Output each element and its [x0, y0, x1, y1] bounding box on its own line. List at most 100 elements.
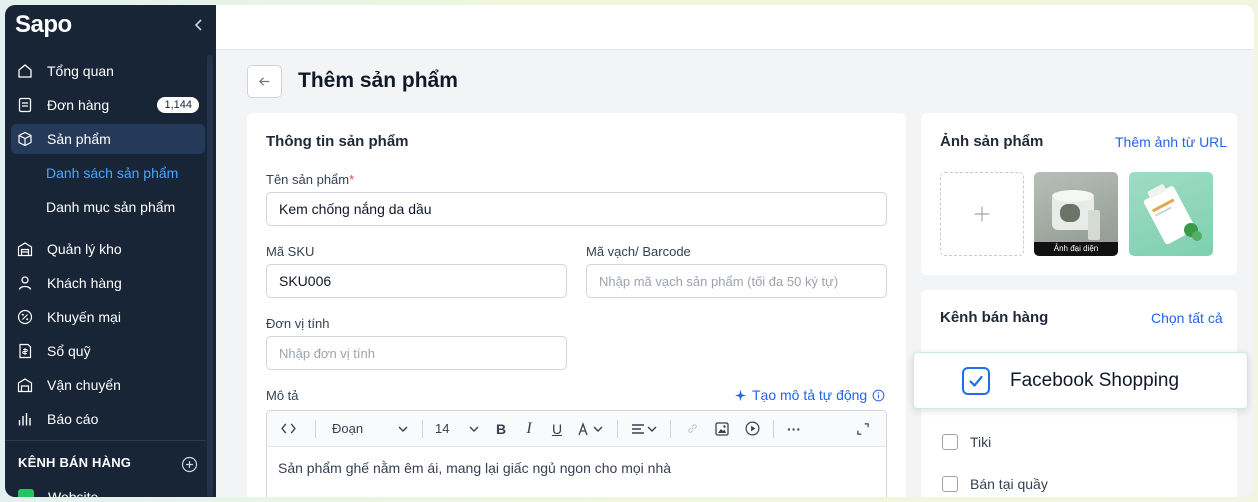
sidebar-item-label: Sản phẩm [47, 131, 111, 147]
toolbar-divider [670, 419, 671, 438]
chevron-down-icon [469, 426, 479, 432]
auto-description-label: Tạo mô tả tự động [752, 387, 868, 403]
avatar-caption: Ảnh đại diện [1034, 242, 1118, 256]
product-name-input[interactable]: Kem chống nắng da dầu [266, 192, 887, 226]
image-upload-box[interactable] [940, 172, 1024, 256]
image-icon[interactable] [707, 411, 737, 447]
sidebar-item-products[interactable]: Sản phẩm [11, 124, 205, 154]
arrow-left-icon [259, 77, 270, 86]
add-channel-icon[interactable] [181, 456, 198, 473]
back-button[interactable] [247, 65, 282, 98]
logo: Sapo [15, 11, 72, 38]
sku-label: Mã SKU [266, 244, 315, 259]
add-image-url-link[interactable]: Thêm ảnh từ URL [1115, 134, 1227, 150]
sidebar-item-promotions[interactable]: Khuyến mại [11, 302, 205, 332]
sidebar-item-cashbook[interactable]: Sổ quỹ [11, 336, 205, 366]
order-count-badge: 1,144 [157, 97, 199, 113]
app-window: Sapo Tổng quan Đơn hàng 1,144 Sản phẩm D… [5, 5, 1254, 497]
product-image-thumb-2[interactable] [1129, 172, 1213, 256]
info-icon [872, 389, 885, 401]
channel-label: Tiki [970, 434, 992, 450]
checkbox[interactable] [942, 476, 958, 492]
website-icon [18, 489, 34, 497]
check-icon [969, 375, 983, 387]
sidebar-scrollbar[interactable] [207, 55, 213, 497]
toolbar-divider [617, 419, 618, 438]
channel-pos[interactable]: Bán tại quầy [942, 476, 1048, 492]
text-color-icon[interactable] [571, 411, 611, 447]
chevron-down-icon [398, 426, 408, 432]
link-icon[interactable] [677, 411, 707, 447]
auto-description-link[interactable]: Tạo mô tả tự động [734, 387, 885, 403]
sidebar-item-orders[interactable]: Đơn hàng 1,144 [11, 90, 205, 120]
unit-input[interactable]: Nhập đơn vị tính [266, 336, 567, 370]
product-image-title: Ảnh sản phẩm [940, 133, 1044, 150]
sidebar-item-website[interactable]: Website [18, 489, 98, 497]
required-marker: * [349, 172, 355, 187]
sku-input[interactable]: SKU006 [266, 264, 567, 298]
sidebar: Sapo Tổng quan Đơn hàng 1,144 Sản phẩm D… [5, 5, 216, 497]
underline-icon[interactable]: U [543, 411, 571, 447]
code-view-icon[interactable] [267, 411, 309, 447]
sidebar-item-label: Đơn hàng [47, 97, 110, 113]
checkbox[interactable] [942, 434, 958, 450]
sidebar-subitem-product-list[interactable]: Danh sách sản phẩm [46, 161, 178, 185]
barcode-input[interactable]: Nhập mã vạch sản phẩm (tối đa 50 ký tự) [586, 264, 887, 298]
editor-toolbar: Đoạn 14 B I U ··· [267, 411, 886, 447]
channel-label: Bán tại quầy [970, 476, 1048, 492]
sidebar-subitem-product-category[interactable]: Danh mục sản phẩm [46, 195, 175, 219]
sidebar-item-label: Vận chuyển [47, 377, 121, 393]
description-text[interactable]: Sản phẩm ghế nằm êm ái, mang lại giấc ng… [278, 460, 671, 476]
sidebar-item-warehouse[interactable]: Quản lý kho [11, 234, 205, 264]
more-icon[interactable]: ··· [780, 411, 808, 447]
sunscreen-tube-image [1143, 184, 1202, 245]
sidebar-item-reports[interactable]: Báo cáo [11, 404, 205, 434]
select-all-link[interactable]: Chọn tất cả [1151, 310, 1223, 326]
cashbook-icon [17, 343, 33, 359]
sidebar-item-label: Sổ quỹ [47, 343, 91, 359]
video-icon[interactable] [737, 411, 767, 447]
box-icon [17, 131, 33, 147]
checkbox-checked[interactable] [962, 366, 990, 395]
sales-channel-heading: KÊNH BÁN HÀNG [18, 455, 132, 470]
product-name-label-text: Tên sản phẩm [266, 172, 350, 187]
italic-icon[interactable]: I [515, 411, 543, 447]
sales-channel-title: Kênh bán hàng [940, 309, 1049, 326]
toolbar-divider [773, 419, 774, 438]
discount-icon [17, 309, 33, 325]
channel-facebook-shopping[interactable]: Facebook Shopping [913, 352, 1248, 409]
user-icon [17, 275, 33, 291]
sidebar-item-shipping[interactable]: Vận chuyển [11, 370, 205, 400]
product-name-label: Tên sản phẩm* [266, 172, 354, 187]
report-icon [17, 411, 33, 427]
paragraph-select[interactable]: Đoạn [322, 411, 416, 447]
toolbar-divider [315, 419, 316, 438]
sidebar-item-label: Quản lý kho [47, 241, 122, 257]
truck-icon [17, 377, 33, 393]
sidebar-item-label: Báo cáo [47, 411, 99, 427]
channel-label: Facebook Shopping [1010, 369, 1180, 391]
page-title: Thêm sản phẩm [298, 69, 458, 92]
align-icon[interactable] [624, 411, 664, 447]
font-size-value: 14 [435, 421, 450, 436]
description-label: Mô tả [266, 388, 299, 403]
unit-label: Đơn vị tính [266, 316, 330, 331]
sparkle-icon [734, 389, 747, 401]
bold-icon[interactable]: B [487, 411, 515, 447]
sidebar-item-customers[interactable]: Khách hàng [11, 268, 205, 298]
toolbar-divider [422, 419, 423, 438]
sidebar-item-overview[interactable]: Tổng quan [11, 56, 205, 86]
plus-icon [974, 206, 990, 222]
chevron-left-icon[interactable] [193, 18, 205, 32]
paragraph-select-value: Đoạn [332, 421, 364, 436]
sidebar-item-label: Website [48, 489, 99, 497]
product-image-thumb-1[interactable]: Ảnh đại diện [1034, 172, 1118, 256]
barcode-label: Mã vạch/ Barcode [586, 244, 691, 259]
warehouse-icon [17, 241, 33, 257]
font-size-select[interactable]: 14 [429, 411, 487, 447]
description-editor[interactable]: Đoạn 14 B I U ··· Sản phẩm ghế nằm êm ái… [266, 410, 887, 497]
sidebar-divider [5, 440, 206, 441]
channel-tiki[interactable]: Tiki [942, 434, 991, 450]
fullscreen-icon[interactable] [840, 411, 886, 447]
order-icon [17, 97, 33, 113]
